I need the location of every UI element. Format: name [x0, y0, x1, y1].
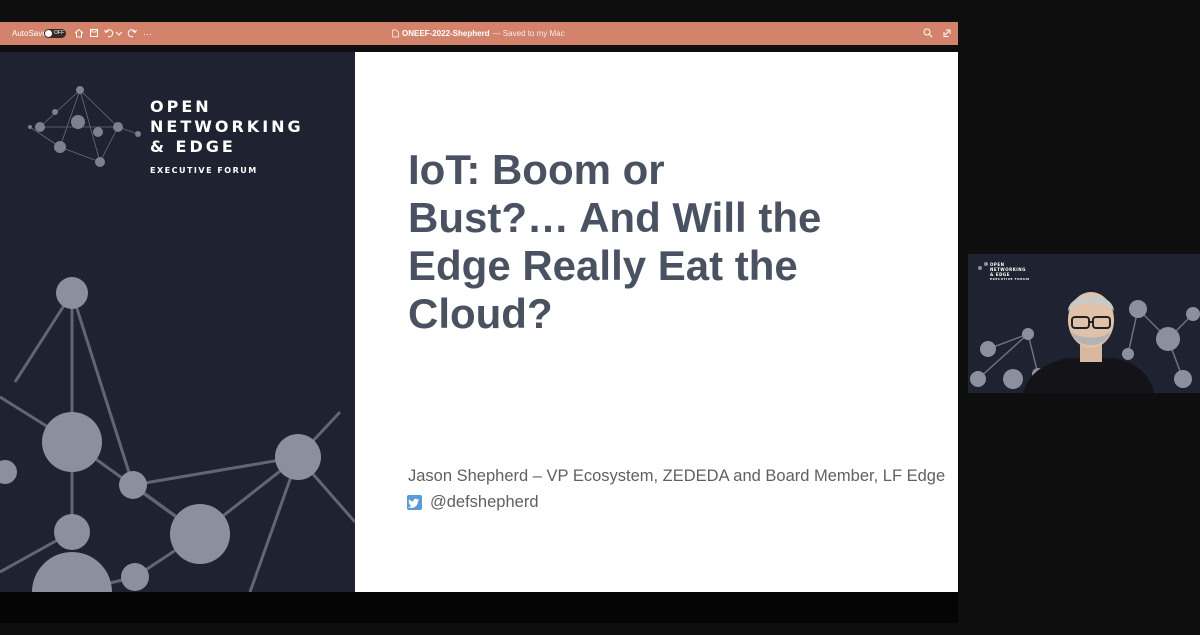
brand-line: NETWORKING	[150, 117, 304, 136]
event-logo: OPEN NETWORKING & EDGE EXECUTIVE FORUM	[150, 97, 304, 181]
autosave-toggle[interactable]: OFF	[44, 29, 66, 38]
redo-icon[interactable]	[126, 27, 138, 39]
chevron-down-icon[interactable]	[113, 27, 125, 39]
autosave-label: AutoSave	[12, 29, 47, 38]
app-toolbar: AutoSave OFF ··· ONEEF-2022-Shepherd — S…	[0, 22, 958, 45]
home-icon[interactable]	[73, 27, 85, 39]
save-icon[interactable]	[88, 27, 100, 39]
title-line: Bust?… And Will the	[408, 194, 822, 241]
more-menu[interactable]: ···	[143, 22, 152, 45]
autosave-state: OFF	[54, 30, 64, 36]
twitter-icon	[407, 495, 422, 510]
slide-graphic-panel: OPEN NETWORKING & EDGE EXECUTIVE FORUM	[0, 52, 355, 592]
save-status: — Saved to my Mac	[492, 29, 565, 38]
slide-title: IoT: Boom or Bust?… And Will the Edge Re…	[408, 146, 888, 338]
document-icon	[392, 29, 399, 38]
document-name: ONEEF-2022-Shepherd	[402, 29, 490, 38]
video-event-logo: OPEN NETWORKING & EDGE EXECUTIVE FORUM	[990, 262, 1029, 282]
mini-brand-line: EXECUTIVE FORUM	[990, 277, 1030, 281]
toggle-knob	[45, 30, 52, 37]
twitter-handle: @defshepherd	[407, 493, 539, 512]
slide-content-panel: IoT: Boom or Bust?… And Will the Edge Re…	[355, 52, 958, 592]
title-line: IoT: Boom or	[408, 146, 665, 193]
handle-text: @defshepherd	[430, 493, 539, 511]
share-icon[interactable]	[941, 27, 953, 39]
slide-canvas: OPEN NETWORKING & EDGE EXECUTIVE FORUM I…	[0, 52, 958, 592]
document-title: ONEEF-2022-Shepherd — Saved to my Mac	[392, 22, 565, 45]
title-line: Cloud?	[408, 290, 553, 337]
title-line: Edge Really Eat the	[408, 242, 798, 289]
bottom-bar	[0, 592, 958, 623]
brand-subtitle: EXECUTIVE FORUM	[150, 166, 258, 175]
presenter-credit: Jason Shepherd – VP Ecosystem, ZEDEDA an…	[408, 467, 946, 485]
speaker-video[interactable]: OPEN NETWORKING & EDGE EXECUTIVE FORUM	[968, 254, 1200, 393]
brand-line: OPEN	[150, 97, 212, 116]
brand-line: & EDGE	[150, 137, 236, 156]
search-icon[interactable]	[922, 27, 934, 39]
